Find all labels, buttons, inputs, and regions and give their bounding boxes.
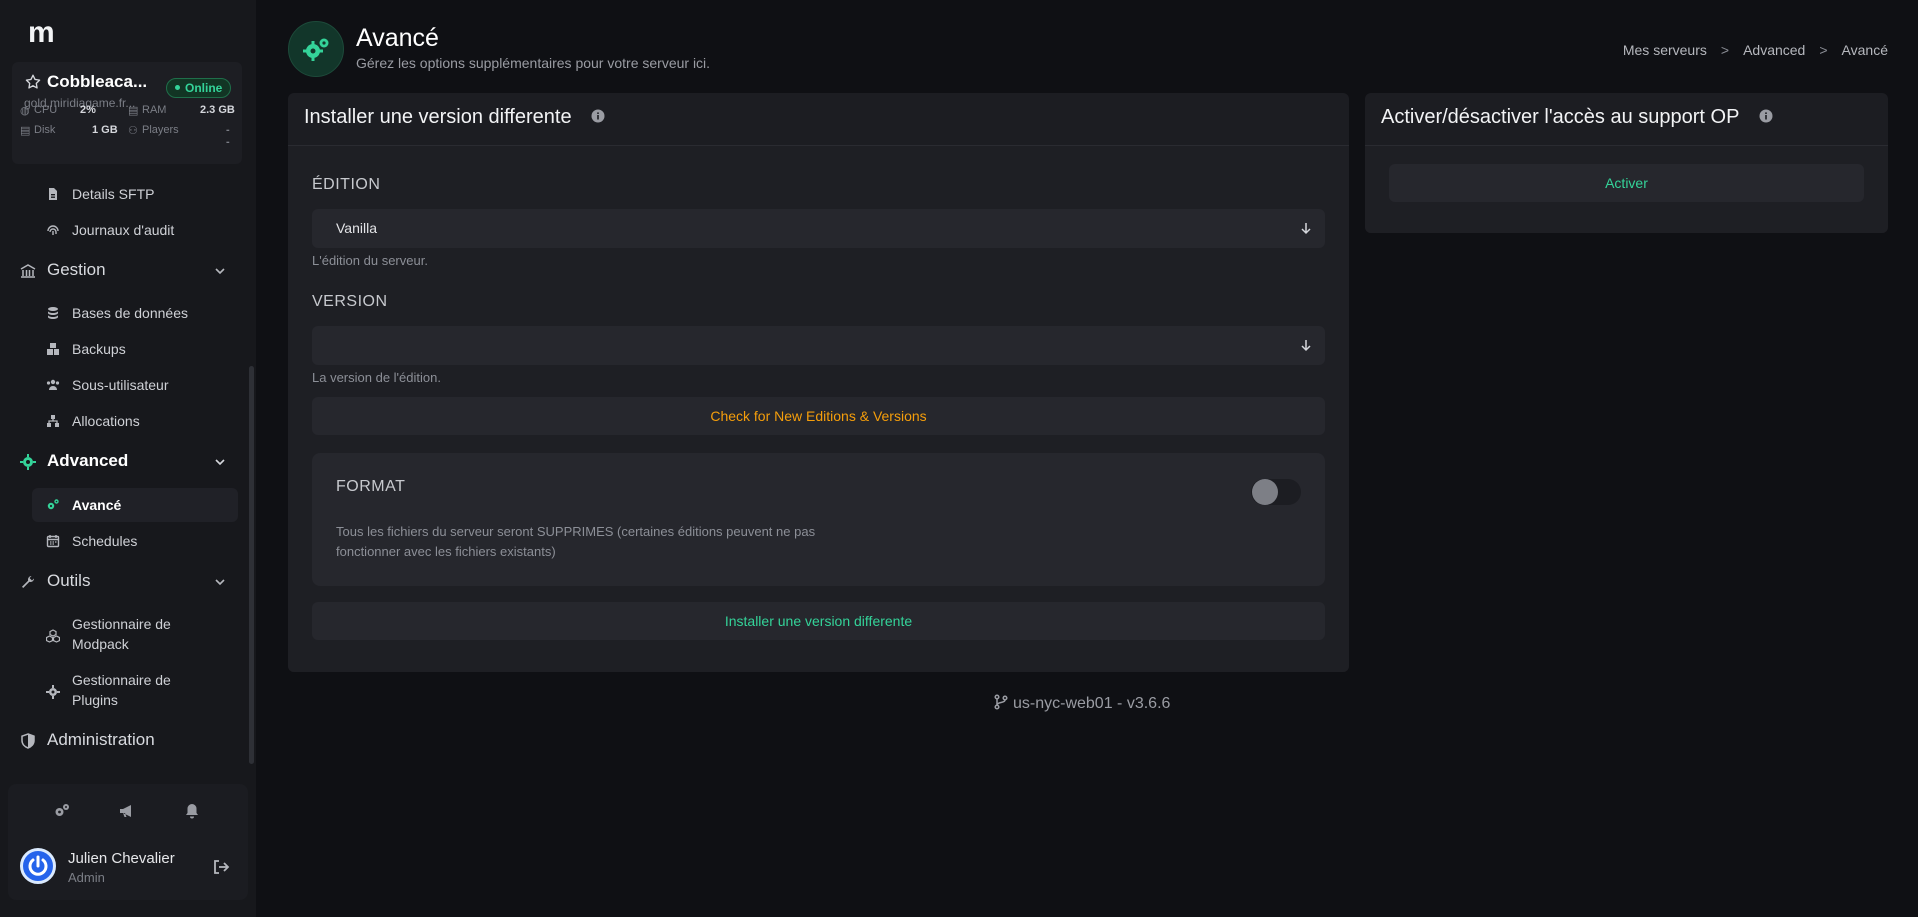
users-icon — [46, 379, 60, 390]
git-branch-icon — [994, 694, 1008, 710]
sidebar-item-audit[interactable]: Journaux d'audit — [0, 213, 240, 247]
sidebar-group-outils[interactable]: Outils — [0, 563, 240, 599]
edition-label: ÉDITION — [312, 176, 381, 193]
version-footer: us-nyc-web01 - v3.6.6 — [993, 694, 1170, 713]
arrow-down-icon — [1301, 223, 1311, 235]
user-role: Admin — [68, 870, 105, 885]
status-badge: Online — [166, 78, 232, 98]
gears-icon — [303, 38, 329, 61]
check-versions-button[interactable]: Check for New Editions & Versions — [312, 397, 1325, 435]
cpu-value: 2% — [80, 104, 96, 116]
edition-select[interactable]: Vanilla — [312, 209, 1325, 248]
shield-icon — [21, 733, 35, 749]
panel-header: Installer une version differente — [288, 93, 1349, 146]
format-title: FORMAT — [336, 478, 406, 495]
ram-value: 2.3 GB — [200, 104, 235, 116]
network-icon — [47, 415, 59, 427]
file-icon — [49, 188, 57, 200]
logout-icon[interactable] — [212, 858, 230, 876]
format-toggle[interactable] — [1251, 479, 1301, 505]
boxes-icon — [47, 343, 59, 355]
cog-icon — [46, 685, 60, 699]
fingerprint-icon — [47, 225, 59, 235]
breadcrumb-item[interactable]: Mes serveurs — [1623, 42, 1707, 58]
settings-icon[interactable] — [53, 802, 71, 820]
sidebar-item-plugins[interactable]: Gestionnaire de Plugins — [0, 670, 240, 714]
breadcrumb-item[interactable]: Advanced — [1743, 42, 1805, 58]
sidebar-group-advanced[interactable]: Advanced — [0, 443, 240, 479]
breadcrumb: Mes serveurs > Advanced > Avancé — [1623, 42, 1888, 58]
install-version-panel: Installer une version differente ÉDITION… — [288, 93, 1349, 672]
avatar[interactable] — [20, 848, 56, 884]
toggle-knob — [1252, 479, 1278, 505]
page-title: Avancé — [356, 24, 439, 52]
arrow-down-icon — [1301, 340, 1311, 352]
user-panel: Julien Chevalier Admin — [8, 784, 248, 900]
activate-op-button[interactable]: Activer — [1389, 164, 1864, 202]
wrench-icon — [22, 576, 34, 588]
players-value: -- — [226, 124, 230, 148]
edition-value: Vanilla — [336, 220, 377, 236]
sidebar-scrollbar[interactable] — [249, 366, 254, 764]
app-logo[interactable]: m — [28, 16, 55, 50]
sidebar-item-schedules[interactable]: Schedules — [0, 524, 240, 558]
megaphone-icon[interactable] — [118, 802, 136, 820]
page-subtitle: Gérez les options supplémentaires pour v… — [356, 55, 711, 71]
breadcrumb-separator: > — [1819, 42, 1828, 58]
gear-icon — [20, 454, 36, 470]
install-version-button[interactable]: Installer une version differente — [312, 602, 1325, 640]
sidebar-item-sftp[interactable]: Details SFTP — [0, 177, 240, 211]
version-select[interactable] — [312, 326, 1325, 365]
format-box: FORMAT Tous les fichiers du serveur sero… — [312, 453, 1325, 586]
sidebar-item-allocations[interactable]: Allocations — [0, 404, 240, 438]
version-label: VERSION — [312, 293, 388, 310]
chevron-down-icon — [215, 268, 225, 275]
server-card[interactable]: Cobbleaca... gold.miridiagame.fr... Onli… — [12, 62, 242, 164]
info-icon[interactable] — [591, 109, 605, 123]
edition-help: L'édition du serveur. — [312, 253, 428, 268]
chevron-down-icon — [215, 579, 225, 586]
breadcrumb-separator: > — [1720, 42, 1730, 58]
user-name: Julien Chevalier — [68, 850, 175, 867]
sidebar-item-avance[interactable]: Avancé — [32, 488, 238, 522]
server-name: Cobbleaca... — [47, 72, 148, 91]
cubes-icon — [46, 629, 60, 643]
sidebar-item-subusers[interactable]: Sous-utilisateur — [0, 368, 240, 402]
sidebar-item-backups[interactable]: Backups — [0, 332, 240, 366]
panel-title: Activer/désactiver l'accès au support OP — [1381, 106, 1740, 128]
star-icon[interactable] — [24, 73, 42, 91]
calendar-icon — [46, 535, 60, 548]
version-help: La version de l'édition. — [312, 370, 441, 385]
sidebar-item-modpack[interactable]: Gestionnaire de Modpack — [0, 614, 240, 658]
panel-header: Activer/désactiver l'accès au support OP — [1365, 93, 1888, 146]
panel-title: Installer une version differente — [304, 106, 572, 128]
disk-value: 1 GB — [92, 124, 118, 136]
bell-icon[interactable] — [183, 802, 201, 820]
sidebar-item-databases[interactable]: Bases de données — [0, 296, 240, 330]
op-support-panel: Activer/désactiver l'accès au support OP… — [1365, 93, 1888, 233]
panel-body: ÉDITION Vanilla L'édition du serveur. VE… — [288, 146, 1349, 672]
info-icon[interactable] — [1759, 109, 1773, 123]
format-description: Tous les fichiers du serveur seront SUPP… — [336, 524, 816, 559]
bank-icon — [20, 264, 36, 278]
sidebar-group-gestion[interactable]: Gestion — [0, 252, 240, 288]
sidebar: m Cobbleaca... gold.miridiagame.fr... On… — [0, 0, 256, 917]
database-icon — [48, 307, 58, 319]
breadcrumb-item[interactable]: Avancé — [1842, 42, 1888, 58]
page-icon — [288, 21, 344, 77]
panel-body: Activer — [1365, 146, 1888, 233]
chevron-down-icon — [215, 459, 225, 466]
sidebar-group-administration[interactable]: Administration — [0, 722, 240, 758]
gears-icon — [47, 499, 59, 510]
